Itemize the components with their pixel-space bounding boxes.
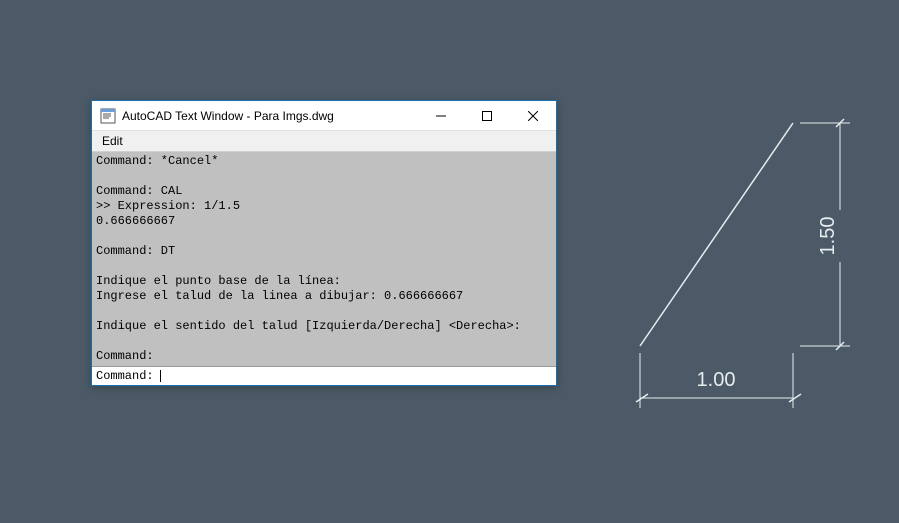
dimension-horizontal: 1.00 xyxy=(636,353,801,408)
minimize-button[interactable] xyxy=(418,101,464,131)
app-icon xyxy=(100,108,116,124)
autocad-text-window: AutoCAD Text Window - Para Imgs.dwg Edit… xyxy=(91,100,557,386)
dim-h-value: 1.00 xyxy=(697,369,736,391)
command-history[interactable]: Command: *Cancel* Command: CAL >> Expres… xyxy=(92,152,556,367)
maximize-button[interactable] xyxy=(464,101,510,131)
cad-drawing: 1.00 1.50 xyxy=(620,118,860,418)
dimension-vertical: 1.50 xyxy=(800,119,854,350)
command-input[interactable] xyxy=(161,369,552,383)
window-title: AutoCAD Text Window - Para Imgs.dwg xyxy=(122,109,418,123)
slope-line xyxy=(640,123,793,346)
command-line[interactable]: Command: xyxy=(92,367,556,385)
close-button[interactable] xyxy=(510,101,556,131)
titlebar[interactable]: AutoCAD Text Window - Para Imgs.dwg xyxy=(92,101,556,131)
menu-edit[interactable]: Edit xyxy=(98,134,127,148)
dim-v-value: 1.50 xyxy=(817,217,839,256)
command-prompt-label: Command: xyxy=(96,369,154,383)
menubar: Edit xyxy=(92,131,556,152)
